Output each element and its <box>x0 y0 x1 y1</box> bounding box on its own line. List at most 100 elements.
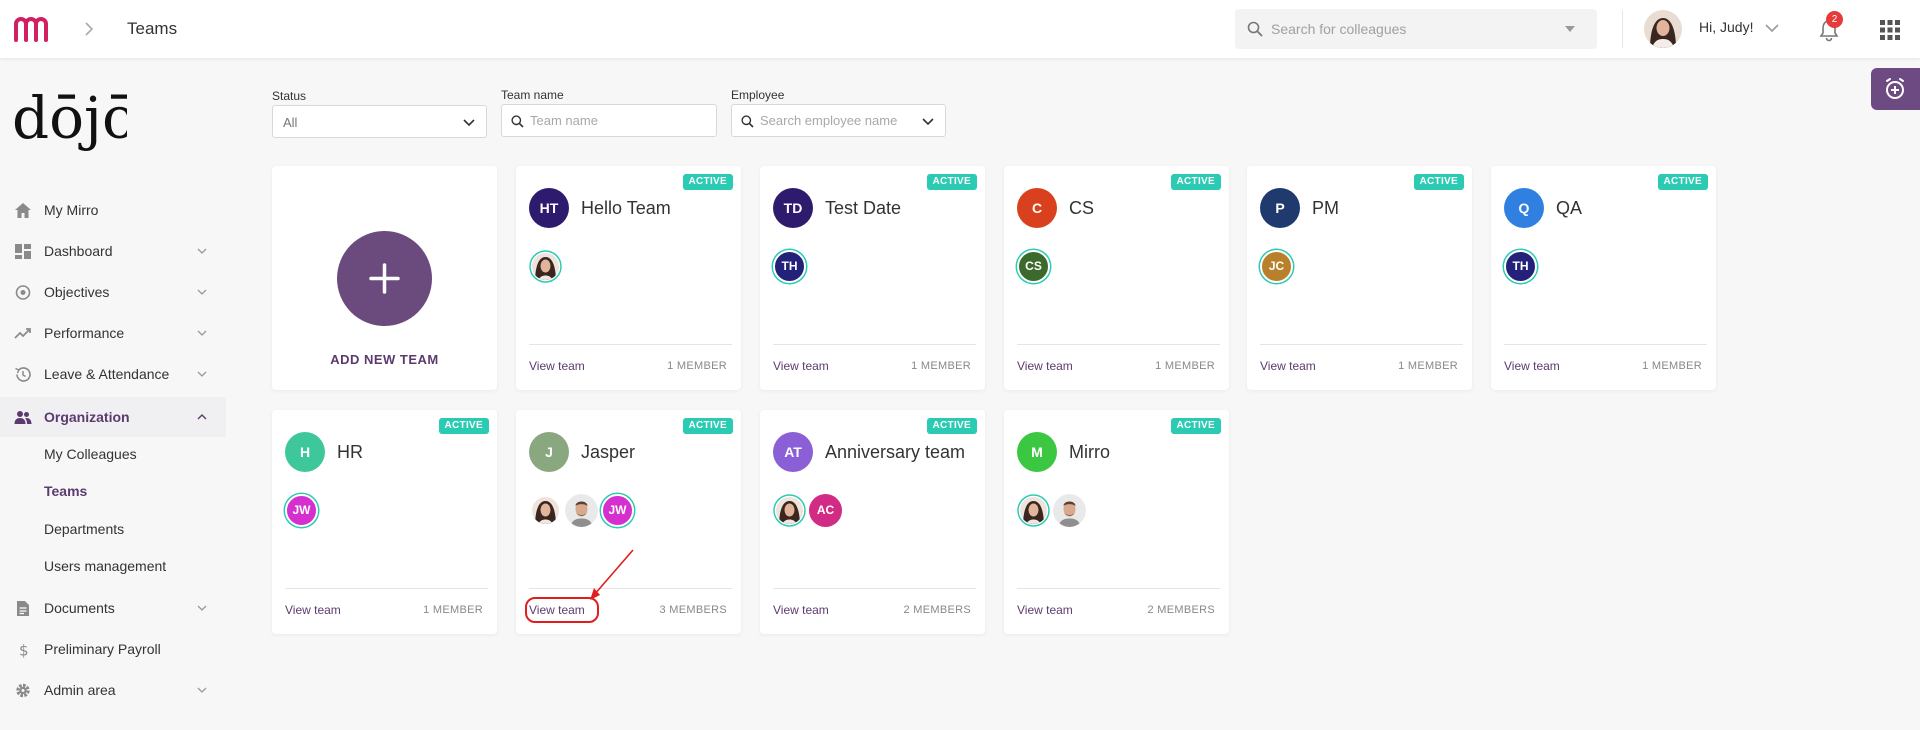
team-card[interactable]: ACTIVE TD Test Date TH View team 1 MEMBE… <box>760 166 985 390</box>
history-icon <box>15 367 31 382</box>
view-team-link[interactable]: View team <box>1260 359 1316 373</box>
employee-filter[interactable] <box>731 104 946 137</box>
view-team-link[interactable]: View team <box>1017 603 1073 617</box>
chevron-down-icon <box>197 687 207 693</box>
sidebar-item-preliminary-payroll[interactable]: $ Preliminary Payroll <box>0 629 226 669</box>
team-avatar: HT <box>529 188 569 228</box>
chevron-up-icon <box>197 414 207 420</box>
add-new-team-card[interactable]: ADD NEW TEAM <box>272 166 497 390</box>
mirro-logo-icon[interactable] <box>12 16 50 42</box>
team-name-input[interactable] <box>530 105 710 136</box>
team-card[interactable]: ACTIVE M Mirro View team 2 MEMBERS <box>1004 410 1229 634</box>
view-team-link[interactable]: View team <box>773 603 829 617</box>
team-name[interactable]: CS <box>1069 198 1094 219</box>
status-badge: ACTIVE <box>1657 174 1708 190</box>
team-name-filter[interactable] <box>501 104 717 137</box>
status-filter-select[interactable]: All <box>272 105 487 138</box>
team-card[interactable]: ACTIVE Q QA TH View team 1 MEMBER <box>1491 166 1716 390</box>
employee-search-input[interactable] <box>760 105 910 136</box>
member-photo-avatar[interactable] <box>565 494 598 527</box>
team-name[interactable]: Mirro <box>1069 442 1110 463</box>
people-icon <box>14 411 32 424</box>
sidebar-item-performance[interactable]: Performance <box>0 313 226 353</box>
member-photo-avatar[interactable] <box>1053 494 1086 527</box>
sidebar-item-dashboard[interactable]: Dashboard <box>0 231 226 271</box>
divider <box>529 588 732 589</box>
sidebar-item-my-mirro[interactable]: My Mirro <box>0 190 226 230</box>
view-team-link[interactable]: View team <box>529 603 585 617</box>
team-name[interactable]: HR <box>337 442 363 463</box>
team-card[interactable]: ACTIVE C CS CS View team 1 MEMBER <box>1004 166 1229 390</box>
status-badge: ACTIVE <box>1170 174 1221 190</box>
team-card[interactable]: ACTIVE AT Anniversary team AC View team … <box>760 410 985 634</box>
sidebar-item-leave-attendance[interactable]: Leave & Attendance <box>0 354 226 394</box>
user-greeting[interactable]: Hi, Judy! <box>1699 19 1753 35</box>
member-count: 1 MEMBER <box>667 360 727 372</box>
time-clock-button[interactable] <box>1871 68 1920 110</box>
view-team-link[interactable]: View team <box>773 359 829 373</box>
member-photo-avatar[interactable] <box>529 250 562 283</box>
sidebar-subitem-my-colleagues[interactable]: My Colleagues <box>44 446 137 462</box>
team-card[interactable]: ACTIVE H HR JW View team 1 MEMBER <box>272 410 497 634</box>
team-name[interactable]: Jasper <box>581 442 635 463</box>
plus-icon <box>369 263 400 294</box>
team-card[interactable]: ACTIVE HT Hello Team View team 1 MEMBER <box>516 166 741 390</box>
member-avatar[interactable]: CS <box>1017 250 1050 283</box>
view-team-link[interactable]: View team <box>529 359 585 373</box>
view-team-link[interactable]: View team <box>1017 359 1073 373</box>
team-name[interactable]: Test Date <box>825 198 901 219</box>
sidebar-subitem-teams[interactable]: Teams <box>44 483 87 499</box>
member-avatar[interactable]: TH <box>773 250 806 283</box>
view-team-link[interactable]: View team <box>285 603 341 617</box>
status-badge: ACTIVE <box>926 174 977 190</box>
sidebar-item-admin-area[interactable]: Admin area <box>0 670 226 710</box>
chevron-down-icon[interactable] <box>921 116 935 127</box>
member-photo-avatar[interactable] <box>529 494 562 527</box>
sidebar-item-label: Dashboard <box>44 243 113 259</box>
view-team-link[interactable]: View team <box>1504 359 1560 373</box>
status-badge: ACTIVE <box>438 418 489 434</box>
team-card[interactable]: ACTIVE P PM JC View team 1 MEMBER <box>1247 166 1472 390</box>
notification-badge[interactable]: 2 <box>1826 11 1843 28</box>
member-photo-avatar[interactable] <box>773 494 806 527</box>
member-avatar[interactable]: TH <box>1504 250 1537 283</box>
member-avatar[interactable]: JC <box>1260 250 1293 283</box>
chevron-down-icon <box>197 330 207 336</box>
sidebar-item-objectives[interactable]: Objectives <box>0 272 226 312</box>
colleague-search-input[interactable] <box>1271 9 1551 49</box>
sidebar-item-label: Leave & Attendance <box>44 366 170 382</box>
sidebar-subitem-departments[interactable]: Departments <box>44 521 124 537</box>
team-name[interactable]: Anniversary team <box>825 442 965 463</box>
team-avatar: Q <box>1504 188 1544 228</box>
chevron-down-icon[interactable] <box>1764 21 1780 35</box>
team-name[interactable]: QA <box>1556 198 1582 219</box>
sidebar-item-label: Objectives <box>44 284 110 300</box>
divider <box>529 344 732 345</box>
team-name[interactable]: Hello Team <box>581 198 671 219</box>
apps-grid-icon[interactable] <box>1880 20 1900 40</box>
search-icon <box>741 115 754 128</box>
colleague-search[interactable] <box>1235 9 1597 49</box>
dropdown-caret-icon[interactable] <box>1565 26 1575 32</box>
add-team-button[interactable] <box>337 231 432 326</box>
member-avatar[interactable]: AC <box>809 494 842 527</box>
trend-icon <box>14 328 31 339</box>
sidebar-item-organization[interactable]: Organization <box>0 397 226 437</box>
member-photo-avatar[interactable] <box>1017 494 1050 527</box>
alarm-clock-icon <box>1886 78 1904 99</box>
breadcrumb-chevron-icon <box>85 22 94 36</box>
chevron-down-icon <box>463 119 475 127</box>
dojo-logo[interactable]: dōjō <box>12 80 137 160</box>
team-name[interactable]: PM <box>1312 198 1339 219</box>
member-avatar[interactable]: JW <box>601 494 634 527</box>
sidebar-subitem-users-management[interactable]: Users management <box>44 558 166 574</box>
sidebar-item-documents[interactable]: Documents <box>0 588 226 628</box>
dojo-logo-image: dōjō <box>12 84 137 152</box>
team-avatar: H <box>285 432 325 472</box>
member-count: 1 MEMBER <box>423 604 483 616</box>
member-avatar[interactable]: JW <box>285 494 318 527</box>
sidebar-item-label: Documents <box>44 600 115 616</box>
divider <box>773 588 976 589</box>
team-card[interactable]: ACTIVE J Jasper JW View team 3 MEMBERS <box>516 410 741 634</box>
user-avatar[interactable] <box>1644 10 1682 48</box>
